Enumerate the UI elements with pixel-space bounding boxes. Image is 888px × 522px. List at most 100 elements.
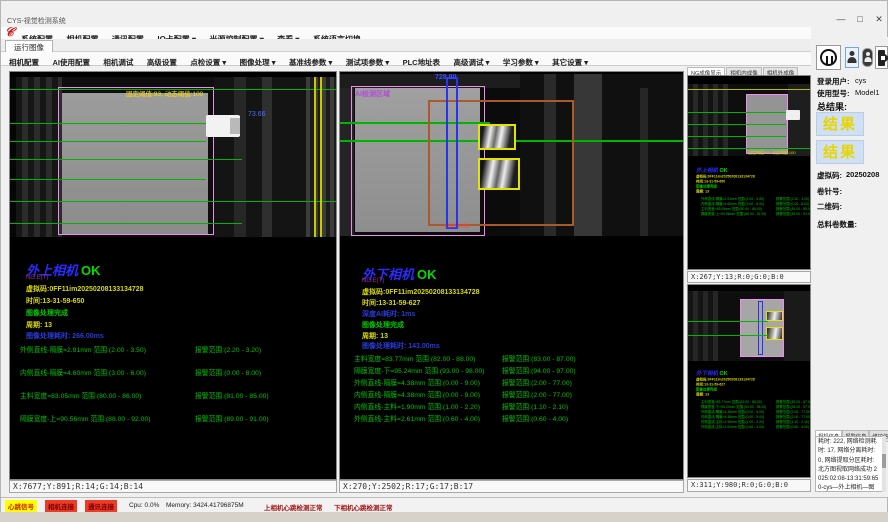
measurement-row: 隔膜宽度-下=95.24mm 范围:(93.00 - 98.00) 报警范围:(…	[354, 365, 681, 374]
window-title: CYS-视觉检测系统	[7, 16, 66, 26]
tool-image-processing[interactable]: 图像处理 ▾	[240, 57, 276, 68]
result-ok-badge: OK	[720, 168, 728, 174]
time-line: 时间:13-31-59-650	[26, 296, 84, 306]
measurement-value: 内侧直线-隔膜=4.38mm 范围:(0.00 - 9.00)	[354, 392, 480, 399]
login-user-label: 登录用户:	[817, 76, 850, 87]
roi-rect-yellow	[478, 158, 520, 190]
close-button[interactable]: ✕	[871, 14, 887, 25]
tool-other-settings[interactable]: 其它设置 ▾	[552, 57, 588, 68]
alarm-range: 报警范围:(2.20 - 3.20)	[195, 344, 261, 354]
camera-name: 外上相机	[696, 168, 718, 174]
cycle-line: 周期: 13	[696, 392, 811, 397]
measurement-row: 隔膜宽度-上=90.56mm 范围:(88.00 - 92.00) 报警范围:(…	[20, 413, 334, 422]
elapsed-line: 图像处理耗时: 143.00ms	[362, 341, 440, 351]
center-coordinates-bar: X:270;Y:2502;R:17;G:17;B:17	[339, 480, 684, 493]
tool-camera-debug[interactable]: 相机调试	[103, 57, 133, 68]
barcode-line: 虚拟码:0FF11im20250208133134728	[362, 287, 480, 297]
ai-time-line: 深度AI耗时: 1ms	[362, 309, 415, 319]
measurement-value: 内侧直线-隔膜=4.60mm 范围:(3.00 - 6.00)	[20, 370, 146, 377]
tab-row: 运行图像	[1, 39, 811, 52]
menu-bar: 𝒞 系统配置 相机配置 通讯配置 IO卡配置 ▾ 光源控制配置 ▾ 查看 ▾ 系…	[1, 27, 811, 39]
log-output[interactable]: 耗时: 222, 网络检测耗时: 17, 网络分离耗时: 0, 网络提取分区耗时…	[815, 436, 885, 492]
tool-advanced-debug[interactable]: 高级调试 ▾	[454, 57, 490, 68]
barcode-line: 虚拟码:0FF11im20250208133134728	[26, 284, 144, 294]
measurement-value: 隔膜宽度-上=90.56mm 范围:(88.00 - 92.00)	[701, 213, 766, 217]
center-camera-view[interactable]: AI检测区域 728.80 1.90 2.61 外下相机OK NG:E(T) 虚…	[339, 71, 684, 480]
camera-name: 外下相机	[696, 371, 718, 377]
roi-rect-yellow	[478, 124, 516, 150]
roi-rect-yellow	[766, 311, 783, 321]
side-view-tabs: NG成像显示相机内成像相机外成像	[687, 62, 811, 74]
threshold-overlay-label: 固定阈值:93, 动态阈值:100	[748, 150, 796, 156]
main-window: CYS-视觉检测系统 — □ ✕ 𝒞 系统配置 相机配置 通讯配置 IO卡配置 …	[0, 0, 888, 512]
machine-band	[574, 74, 602, 236]
tool-spot-check[interactable]: 点检设置 ▾	[190, 57, 226, 68]
measurement-row: 外侧直线-隔膜=4.38mm 范围:(0.00 - 9.00) 报警范围:(2.…	[354, 377, 681, 386]
measure-line	[10, 141, 206, 142]
alarm-range: 报警范围:(94.00 - 97.00)	[502, 365, 576, 375]
roi-rect-yellow	[766, 327, 783, 340]
log-scrollbar-thumb[interactable]	[882, 454, 886, 468]
left-camera-view[interactable]: 固定阈值:93, 动态阈值:100 73.66 外上相机OK NG:E(T) 虚…	[9, 71, 337, 480]
alarm-range: 报警范围:(89.00 - 91.00)	[195, 413, 269, 423]
measurement-value: 隔膜宽度-上=90.56mm 范围:(88.00 - 92.00)	[20, 416, 151, 423]
ai-region-label: AI检测区域	[355, 89, 390, 99]
side-view-lower[interactable]: 外下相机OK 虚拟码:0FF11im20250208133134728 时间:1…	[687, 284, 811, 478]
operator-button[interactable]	[862, 48, 873, 67]
roll-count-label: 总料卷数量:	[817, 219, 857, 230]
tab-run-image[interactable]: 运行图像	[5, 40, 53, 52]
side-upper-text: 外上相机OK 虚拟码:0FF11im20250208133134728 时间:1…	[696, 166, 811, 216]
tool-plc-address[interactable]: PLC地址表	[403, 57, 441, 68]
tool-baseline-params[interactable]: 基准线参数 ▾	[289, 57, 332, 68]
threshold-overlay-label: 固定阈值:93, 动态阈值:100	[126, 88, 203, 98]
measure-line	[688, 112, 786, 113]
model-label: 使用型号:	[817, 88, 850, 99]
log-scrollbar[interactable]	[882, 436, 886, 492]
measurement-value: 外侧直线-主料=2.61mm 范围:(0.60 - 4.00)	[701, 426, 764, 430]
tool-learning-params[interactable]: 学习参数 ▾	[503, 57, 539, 68]
cpu-usage: Cpu: 0.0%	[129, 502, 159, 509]
camera-connection-badge: 相机连接	[45, 500, 77, 512]
status-bar: 心跳信号 相机连接 通讯连接 Cpu: 0.0% Memory: 3424.41…	[1, 497, 887, 512]
left-camera-image: 固定阈值:93, 动态阈值:100 73.66	[10, 77, 337, 237]
measure-line	[688, 124, 786, 125]
machine-band	[262, 77, 272, 237]
machine-band	[234, 77, 246, 237]
cycle-line: 周期: 13	[362, 331, 388, 341]
roi-rect-blue	[446, 77, 458, 229]
needle-number-label: 卷针号:	[817, 186, 842, 197]
ng-flag-label: NG:E(T)	[362, 278, 384, 284]
alarm-range: 报警范围:(1.10 - 2.10)	[502, 401, 568, 411]
machine-band	[784, 291, 811, 361]
result-badge-lower: 结果	[816, 140, 864, 164]
tool-ai-usage-config[interactable]: AI使用配置	[52, 57, 90, 68]
exit-button[interactable]	[875, 46, 888, 69]
side-view-upper[interactable]: 固定阈值:93, 动态阈值:100 外上相机OK 虚拟码:0FF11im2025…	[687, 75, 811, 270]
maximize-button[interactable]: □	[852, 14, 868, 24]
tool-test-params[interactable]: 测试项参数 ▾	[346, 57, 389, 68]
alarm-range: 报警范围:(0.60 - 4.00)	[776, 424, 809, 429]
lower-camera-heartbeat: 下相机心跳检测正常	[334, 502, 393, 512]
edge-line-yellow	[688, 89, 811, 90]
right-control-panel: 登录用户: cys 使用型号: Model1 总结果: 结果 结果 虚拟码: 2…	[813, 37, 888, 497]
login-user-button[interactable]	[845, 47, 859, 68]
measurement-row: 外侧直线-主料=2.61mm 范围:(0.60 - 4.00) 报警范围:(0.…	[354, 413, 681, 422]
measurement-value: 外侧直线-隔膜=2.91mm 范围:(2.00 - 3.50)	[20, 347, 146, 354]
alarm-range: 报警范围:(0.00 - 8.00)	[195, 367, 261, 377]
measurement-row: 主料宽度=83.05mm 范围:(80.00 - 86.00) 报警范围:(81…	[20, 390, 334, 399]
time-line: 时间:13-31-59-627	[362, 298, 420, 308]
result-ok-badge: OK	[720, 371, 728, 377]
tool-advanced-settings[interactable]: 高级设置	[147, 57, 177, 68]
pause-button[interactable]	[816, 45, 841, 70]
minimize-button[interactable]: —	[833, 14, 849, 24]
tool-camera-config[interactable]: 相机配置	[9, 57, 39, 68]
measure-line	[10, 159, 242, 160]
qrcode-label: 二维码:	[817, 201, 842, 212]
tab-electrode-tip	[230, 118, 240, 134]
center-camera-image: AI检测区域 728.80 1.90 2.61	[340, 74, 684, 236]
measure-line	[688, 148, 811, 149]
measure-line	[10, 223, 242, 224]
side-lower-coordinates-bar: X:311;Y:980;R:0;G:0;B:0	[687, 479, 811, 492]
machine-band	[688, 291, 718, 361]
alarm-range: 报警范围:(2.00 - 77.00)	[502, 389, 572, 399]
